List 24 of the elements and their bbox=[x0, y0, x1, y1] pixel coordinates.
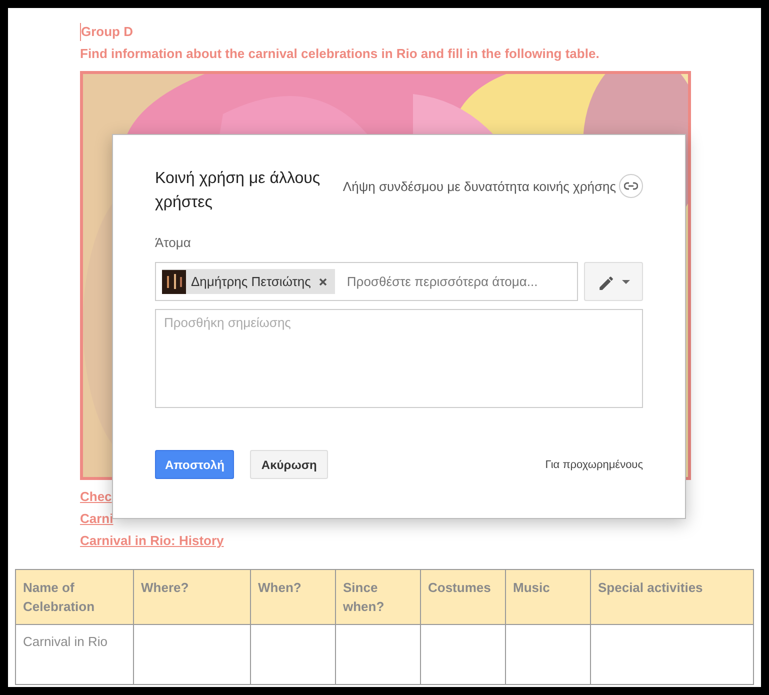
advanced-link[interactable]: Για προχωρημένους bbox=[545, 458, 643, 470]
column-header: Where? bbox=[134, 570, 250, 624]
column-header: When? bbox=[250, 570, 336, 624]
pencil-icon bbox=[598, 274, 614, 290]
instruction-text: Find information about the carnival celebrations in Rio and fill in the following table. bbox=[80, 45, 600, 63]
share-link-label: Λήψη συνδέσμου με δυνατότητα κοινής χρήσης bbox=[342, 178, 616, 194]
note-field[interactable]: Προσθήκη σημείωσης bbox=[155, 309, 643, 408]
column-header: Name of Celebration bbox=[16, 570, 134, 624]
link-icon[interactable] bbox=[619, 174, 643, 198]
people-field[interactable]: Δημήτρης Πετσιώτης Προσθέστε περισσότερα άτομα... bbox=[155, 262, 578, 301]
people-label: Άτομα bbox=[155, 235, 192, 250]
column-header: Costumes bbox=[420, 570, 506, 624]
avatar-icon bbox=[162, 270, 186, 294]
group-heading: Group D bbox=[80, 23, 133, 41]
caret-icon bbox=[622, 280, 630, 284]
permission-dropdown[interactable] bbox=[584, 262, 643, 301]
column-header: Music bbox=[506, 570, 590, 624]
remove-icon[interactable] bbox=[318, 278, 327, 286]
column-header: Since when? bbox=[336, 570, 420, 624]
column-header: Special activities bbox=[590, 570, 754, 624]
cancel-button[interactable]: Ακύρωση bbox=[250, 450, 328, 479]
table-cell: Carnival in Rio bbox=[23, 634, 108, 649]
person-chip[interactable]: Δημήτρης Πετσιώτης bbox=[162, 269, 335, 294]
dialog-title: Κοινή χρήση με άλλους χρήστες bbox=[155, 169, 322, 213]
